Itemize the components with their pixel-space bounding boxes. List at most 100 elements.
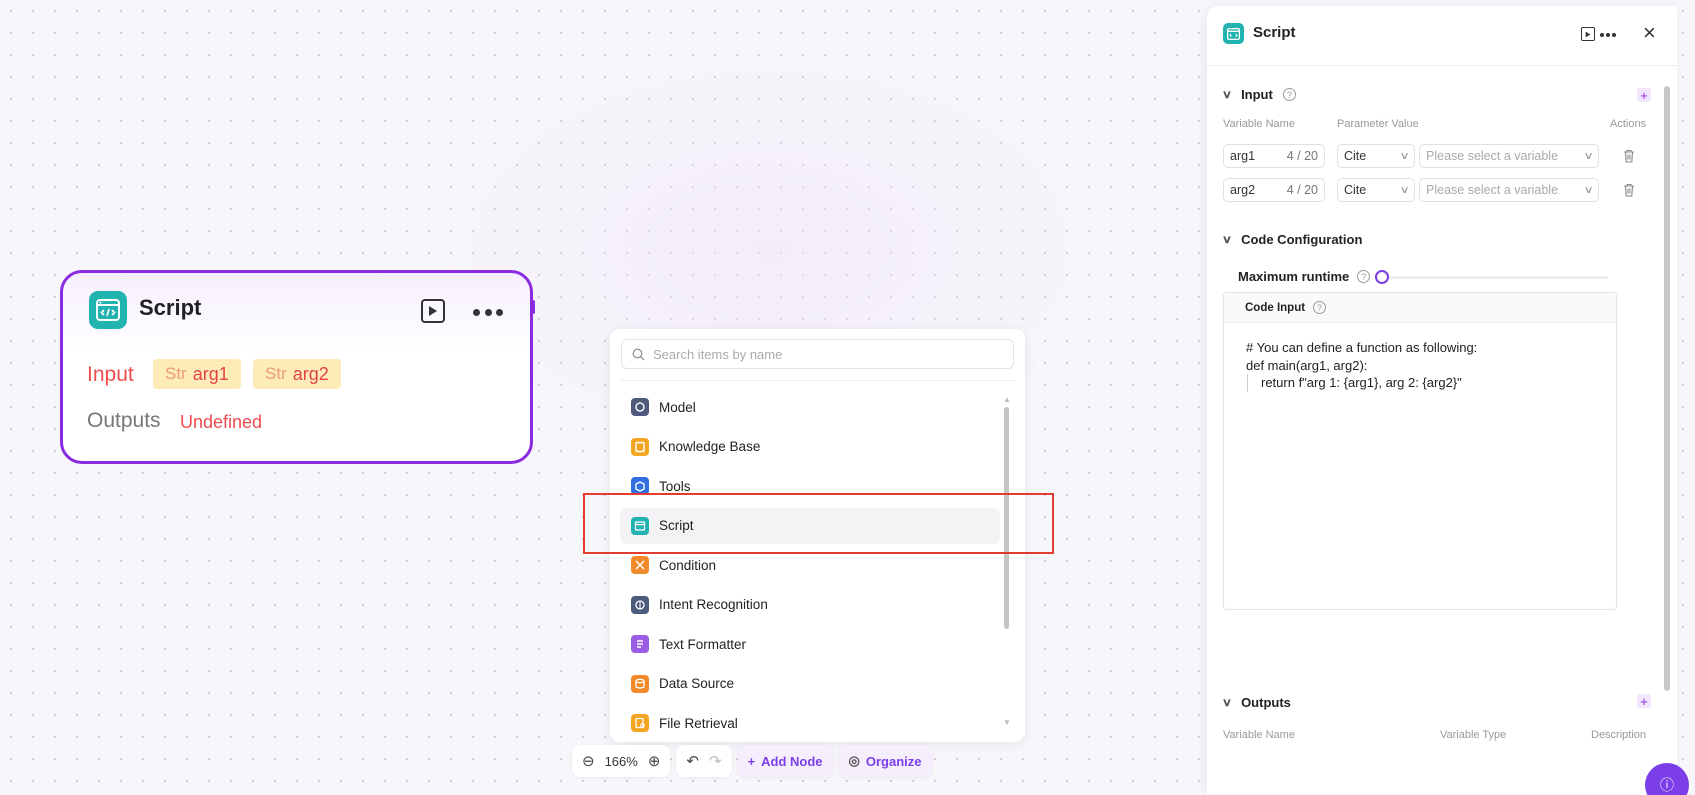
divider [621,380,1014,381]
max-runtime-text: Maximum runtime [1238,269,1350,284]
code-input-label: Code Input [1245,301,1306,314]
zoom-level: 166% [604,753,638,769]
help-icon[interactable]: ? [1313,301,1327,314]
input-section-toggle[interactable]: ∨ Input ? [1221,87,1296,102]
code-editor[interactable]: Code Input ? # You can define a function… [1223,292,1617,610]
run-node-button[interactable] [421,299,445,323]
code-config-title: Code Configuration [1241,232,1363,247]
picker-item-label: Tools [659,478,691,494]
variable-name-input[interactable]: arg2 4 / 20 [1223,178,1325,202]
variable-name-value: arg2 [1230,183,1256,197]
add-output-button[interactable]: + [1637,694,1651,708]
picker-item-text-formatter[interactable]: Text Formatter [620,626,1000,662]
panel-title: Script [1253,24,1296,41]
tag-name: arg2 [292,363,329,384]
variable-name-value: arg1 [1230,149,1256,163]
node-input-label: Input [87,363,134,386]
variable-name-input[interactable]: arg1 4 / 20 [1223,144,1325,168]
picker-item-knowledge-base[interactable]: Knowledge Base [620,429,1000,465]
picker-item-data-source[interactable]: Data Source [620,666,1000,702]
file-retrieval-icon [631,714,649,732]
canvas-toolbar: ⊖ 166% ⊕ ↶ ↷ + Add Node ◎ Organize [572,745,932,777]
organize-icon: ◎ [848,753,860,768]
zoom-in-icon[interactable]: ⊕ [648,752,661,770]
variable-select[interactable]: Please select a variable ∨ [1419,144,1599,168]
trash-icon[interactable] [1623,183,1635,197]
mode-select[interactable]: Cite ∨ [1337,144,1415,168]
chevron-down-icon: ∨ [1583,150,1594,162]
tag-name: arg1 [192,363,229,384]
organize-button[interactable]: ◎ Organize [838,745,932,777]
tag-type: Str [265,364,287,383]
col-actions: Actions [1610,118,1647,130]
outputs-section-toggle[interactable]: ∨ Outputs [1221,695,1291,710]
panel-header: Script × [1207,6,1677,66]
picker-item-label: File Retrieval [659,715,738,731]
scroll-down-icon[interactable]: ▼ [1003,718,1011,727]
picker-item-label: Condition [659,557,717,573]
script-icon [89,291,127,329]
chevron-down-icon: ∨ [1221,234,1233,246]
picker-item-model[interactable]: Model [620,389,1000,425]
help-icon[interactable]: ? [1282,88,1296,101]
more-icon[interactable] [1600,33,1616,37]
text-formatter-icon [631,635,649,653]
help-icon[interactable]: ? [1357,270,1371,283]
model-icon [631,398,649,416]
char-count: 4 / 20 [1286,149,1318,163]
picker-item-label: Data Source [659,676,735,691]
condition-icon [631,556,649,574]
max-runtime-label: Maximum runtime ? [1238,269,1371,284]
info-icon[interactable]: ⓘ [1645,763,1689,795]
mode-value: Cite [1344,149,1367,163]
mode-select[interactable]: Cite ∨ [1337,178,1415,202]
chevron-down-icon: ∨ [1221,89,1233,101]
panel-scrollbar[interactable] [1664,86,1670,691]
undo-icon[interactable]: ↶ [686,752,699,770]
run-button[interactable] [1581,27,1595,41]
node-outputs-label: Outputs [87,409,161,432]
outputs-title: Outputs [1241,695,1291,710]
play-icon [429,306,437,316]
intent-recognition-icon [631,595,649,614]
search-input[interactable]: Search items by name [621,339,1014,369]
code-config-section-toggle[interactable]: ∨ Code Configuration [1221,232,1363,247]
node-more-icon[interactable] [473,308,503,316]
picker-item-intent-recognition[interactable]: Intent Recognition [620,587,1000,623]
search-icon [632,347,645,360]
script-settings-panel: Script × ∨ Input ? + Variable Name Param… [1207,6,1677,795]
col-variable-name: Variable Name [1223,118,1295,130]
zoom-out-icon[interactable]: ⊖ [582,752,595,770]
input-section-title: Input [1241,87,1273,102]
code-line: # You can define a function as following… [1246,340,1478,355]
redo-icon[interactable]: ↷ [709,752,722,770]
chevron-down-icon: ∨ [1221,697,1233,709]
script-node[interactable]: Script Input Str arg1 Str arg2 Outputs U… [60,270,533,464]
data-source-icon [631,674,649,693]
picker-item-label: Text Formatter [659,636,747,652]
add-input-button[interactable]: + [1637,88,1651,102]
chevron-down-icon: ∨ [1399,184,1410,196]
code-content[interactable]: # You can define a function as following… [1224,323,1616,392]
history-controls: ↶ ↷ [676,745,732,777]
runtime-slider[interactable] [1382,276,1608,279]
add-node-button[interactable]: + Add Node [737,745,833,777]
input-tag-arg1: Str arg1 [153,359,241,389]
tag-type: Str [165,364,187,383]
col-parameter-value: Parameter Value [1337,118,1419,130]
variable-select[interactable]: Please select a variable ∨ [1419,178,1599,202]
close-icon[interactable]: × [1643,22,1656,44]
input-tag-arg2: Str arg2 [253,359,341,389]
char-count: 4 / 20 [1286,183,1318,197]
node-output-handle[interactable] [530,300,535,314]
trash-icon[interactable] [1623,149,1635,163]
plus-icon: + [747,753,756,769]
scroll-up-icon[interactable]: ▲ [1003,395,1011,404]
organize-label: Organize [865,753,922,769]
picker-item-file-retrieval[interactable]: File Retrieval [620,705,1000,741]
play-icon [1585,31,1591,37]
variable-select-placeholder: Please select a variable [1426,149,1559,163]
code-line: def main(arg1, arg2): [1246,357,1368,373]
selection-highlight [583,493,1054,554]
runtime-slider-handle[interactable] [1375,270,1389,284]
